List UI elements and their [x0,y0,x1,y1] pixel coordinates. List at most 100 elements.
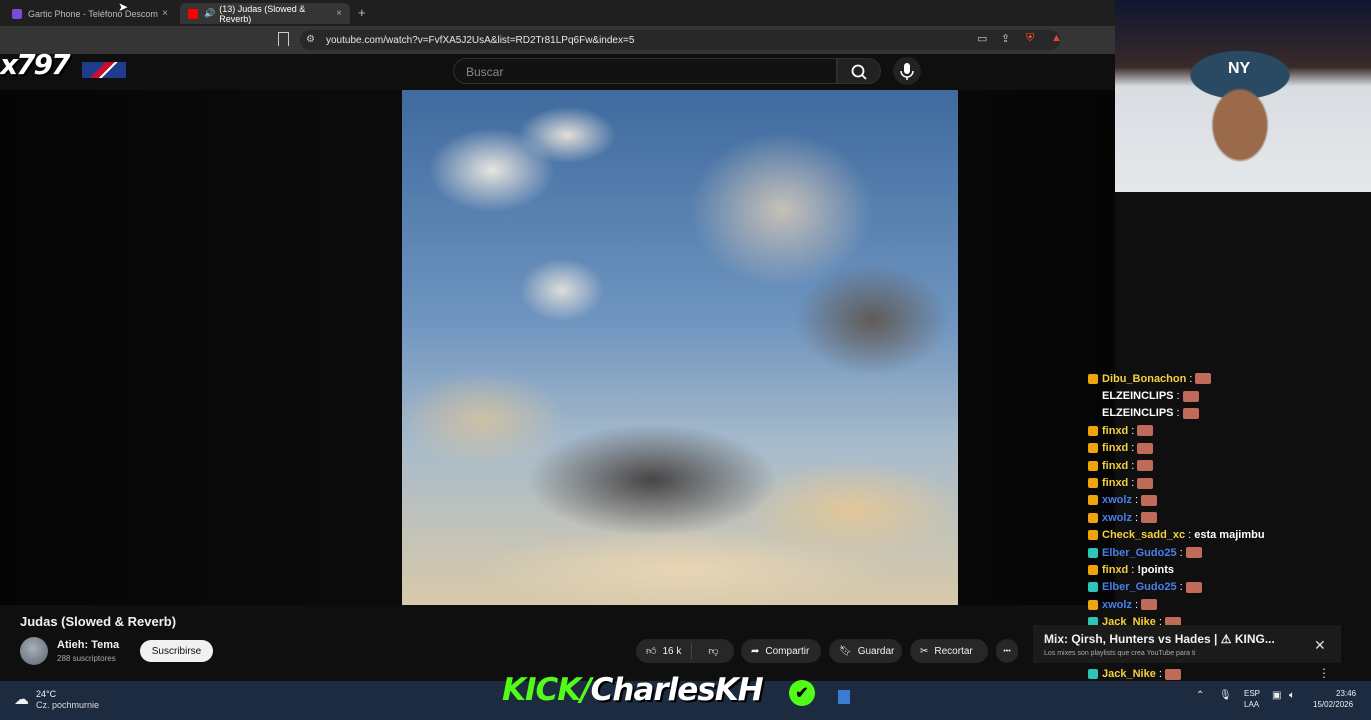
bookmark-icon[interactable] [278,32,289,46]
user-badge-icon [1088,408,1098,418]
chat-emote-icon [1137,460,1154,472]
chat-username[interactable]: ELZEINCLIPS [1102,390,1174,402]
search-icon [851,64,867,80]
chat-username[interactable]: xwolz [1102,494,1132,506]
channel-avatar[interactable] [20,637,48,665]
chat-username[interactable]: finxd [1102,477,1128,489]
chat-emote-icon [1141,599,1158,611]
chat-message: finxd: !points [1088,561,1338,578]
chat-username[interactable]: Check_sadd_xc [1102,529,1185,541]
more-actions-button[interactable]: ••• [996,639,1018,663]
search-button[interactable] [837,58,881,84]
chat-message: xwolz: [1088,509,1338,526]
mix-subtitle: Los mixes son playlists que crea YouTube… [1044,650,1196,657]
chat-message: Check_sadd_xc: esta majimbu [1088,527,1338,544]
chat-emote-icon [1185,547,1202,559]
streamer-facecam [1115,0,1371,192]
chat-separator: : [1131,424,1135,437]
voice-search-button[interactable] [893,57,921,85]
tab-title: Gartic Phone - Teléfono Descom [28,8,158,19]
chat-username[interactable]: ELZEINCLIPS [1102,407,1174,419]
more-vertical-icon[interactable]: ⋮ [1318,666,1330,680]
dislike-button[interactable]: 👎︎ [698,645,728,657]
clip-label: Recortar [934,645,973,657]
user-badge-icon [1088,512,1098,523]
chat-emote-icon [1137,442,1154,454]
chat-username[interactable]: Elber_Gudo25 [1102,581,1177,593]
save-button[interactable]: 🔖︎ Guardar [829,639,902,663]
chat-separator: : [1176,390,1180,403]
chat-emote-icon [1141,512,1158,524]
thumbs-down-icon: 👎︎ [708,646,719,657]
microphone-icon [900,63,914,80]
chat-username[interactable]: finxd [1102,564,1128,576]
chat-separator: : [1189,372,1193,385]
chat-username[interactable]: Elber_Gudo25 [1102,547,1177,559]
thumbs-up-icon: 👍︎ [646,646,657,657]
tray-mic-icon[interactable]: 🎙︎ [1219,690,1232,701]
chat-username[interactable]: xwolz [1102,512,1132,524]
share-page-icon[interactable]: ⇪ [1001,32,1010,45]
chat-emote-icon [1185,581,1202,593]
user-badge-icon [1088,478,1098,489]
new-tab-button[interactable]: + [358,5,366,20]
browser-tab-gartic[interactable]: Gartic Phone - Teléfono Descom × [4,3,176,24]
network-icon[interactable]: ▣ [1272,690,1281,701]
search-input[interactable]: Buscar [453,58,837,84]
chat-username[interactable]: xwolz [1102,599,1132,611]
chat-emote-icon [1182,407,1199,419]
channel-name[interactable]: Atieh: Tema [57,639,119,651]
scissors-icon: ✂ [920,645,929,657]
brave-shield-icon[interactable]: ⛨ [1026,32,1034,45]
mix-title[interactable]: Mix: Qirsh, Hunters vs Hades | ⚠ KING... [1044,632,1275,646]
save-label: Guardar [857,645,895,657]
taskbar-app-icon[interactable] [838,690,850,704]
weather-cloud-icon[interactable]: ☁ [14,690,29,708]
video-frame-sky-clouds[interactable] [402,90,958,605]
like-button[interactable]: 👍︎ 16 k [636,643,693,659]
share-button[interactable]: ➦ Compartir [741,639,821,663]
gartic-favicon-icon [12,8,22,19]
address-bar[interactable]: youtube.com/watch?v=FvfXA5J2UsA&list=RD2… [300,30,1060,50]
clock-time[interactable]: 23:46 [1336,689,1356,698]
user-badge-icon [1088,443,1098,454]
chat-username[interactable]: finxd [1102,425,1128,437]
chat-message: xwolz: [1088,596,1338,613]
chat-separator: : [1131,442,1135,455]
youtube-favicon-icon [188,8,198,19]
brave-rewards-icon[interactable]: ▲ [1051,32,1062,44]
clock-date[interactable]: 15/02/2026 [1313,700,1353,709]
chat-separator: : [1176,407,1180,420]
close-icon[interactable]: ✕ [1314,637,1326,654]
like-count: 16 k [662,645,682,657]
browser-tab-youtube[interactable]: 🔊 (13) Judas (Slowed & Reverb) × [180,3,350,24]
chat-username[interactable]: finxd [1102,460,1128,472]
chat-username[interactable]: finxd [1102,442,1128,454]
chat-separator: : [1131,477,1135,490]
user-badge-icon [1088,425,1098,436]
subscribe-button[interactable]: Suscribirse [140,640,213,662]
chat-separator: : [1188,529,1192,542]
bookmark-save-icon: 🔖︎ [839,645,852,657]
user-badge-icon [1088,391,1098,401]
site-info-icon[interactable]: ⚙ [306,34,315,45]
chat-username[interactable]: Dibu_Bonachon [1102,373,1186,385]
input-language[interactable]: ESP [1244,689,1260,698]
tab-close-icon[interactable]: × [162,8,168,19]
chat-separator: : [1134,598,1139,611]
input-layout[interactable]: LAA [1244,700,1259,709]
weather-description: Cz. pochmurnie [36,700,100,710]
share-icon: ➦ [751,645,760,657]
chat-emote-icon [1182,390,1199,402]
speaker-icon: 🔊 [204,8,216,18]
tray-chevron-icon[interactable]: ⌃ [1196,690,1204,701]
kick-prefix: KICK/ [502,672,592,708]
chat-emote-icon [1164,668,1181,680]
cast-icon[interactable]: ▭ [977,32,987,45]
clip-button[interactable]: ✂ Recortar [910,639,988,663]
video-title: Judas (Slowed & Reverb) [20,614,177,629]
volume-icon[interactable]: 🔈︎ [1289,690,1295,701]
chat-message: ELZEINCLIPS: [1088,405,1338,422]
chat-username[interactable]: Jack_Nike [1102,668,1156,680]
tab-close-icon[interactable]: × [336,8,342,19]
